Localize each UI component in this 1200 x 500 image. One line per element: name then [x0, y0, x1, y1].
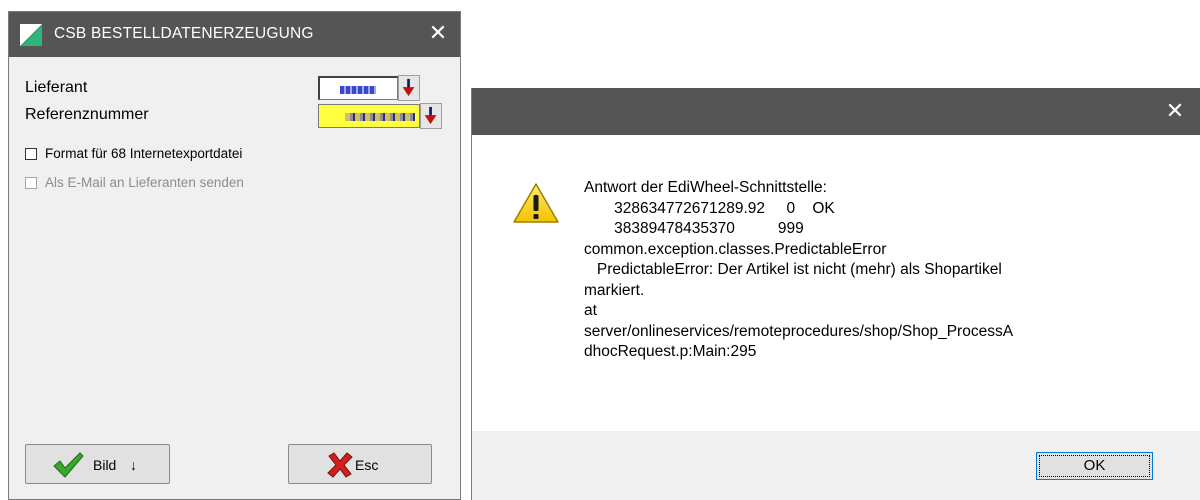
email-checkbox-label: Als E-Mail an Lieferanten senden	[45, 175, 244, 190]
message-line: common.exception.classes.PredictableErro…	[584, 240, 887, 258]
dialog-message: Antwort der EdiWheel-Schnittstelle: 3286…	[584, 178, 1164, 363]
email-checkbox	[25, 177, 37, 189]
referenznummer-label: Referenznummer	[25, 106, 149, 123]
bild-button[interactable]: Bild ↓	[25, 444, 170, 484]
arrow-down-icon	[402, 78, 415, 97]
esc-button[interactable]: Esc	[288, 444, 432, 484]
warning-icon	[513, 183, 559, 223]
referenznummer-dropdown-button[interactable]	[420, 103, 442, 129]
red-x-icon	[327, 452, 353, 478]
message-line: markiert.	[584, 281, 645, 299]
message-line: dhocRequest.p:Main:295	[584, 343, 757, 360]
lieferant-dropdown-button[interactable]	[398, 75, 420, 101]
esc-label: Esc	[355, 457, 379, 473]
dialog-footer: OK	[472, 431, 1200, 500]
ok-button[interactable]: OK	[1036, 452, 1153, 480]
arrow-down-icon: ↓	[130, 457, 137, 473]
message-line: Antwort der EdiWheel-Schnittstelle:	[584, 179, 827, 196]
format-checkbox-label: Format für 68 Internetexportdatei	[45, 146, 243, 161]
arrow-down-icon	[424, 106, 437, 125]
title-bar[interactable]: CSB BESTELLDATENERZEUGUNG ✕	[9, 12, 460, 57]
checkmark-icon	[53, 452, 84, 478]
lieferant-label: Lieferant	[25, 79, 88, 96]
close-icon[interactable]: ✕	[1162, 97, 1188, 125]
message-line: 328634772671289.92 0 OK	[584, 199, 835, 217]
csb-window: CSB BESTELLDATENERZEUGUNG ✕ Lieferant Re…	[8, 11, 461, 500]
bild-label: Bild	[93, 457, 117, 473]
window-title: CSB BESTELLDATENERZEUGUNG	[54, 25, 314, 42]
lieferant-input[interactable]	[318, 76, 398, 100]
message-line: PredictableError: Der Artikel ist nicht …	[584, 261, 1002, 278]
close-icon[interactable]: ✕	[426, 20, 450, 46]
format-checkbox[interactable]	[25, 148, 37, 160]
app-logo-icon	[20, 24, 42, 46]
message-line: server/onlineservices/remoteprocedures/s…	[584, 322, 1014, 340]
obscured-value	[345, 113, 415, 121]
message-line: at	[584, 302, 597, 319]
obscured-value	[340, 86, 376, 94]
dialog-title-bar[interactable]: ✕	[472, 88, 1200, 135]
email-checkbox-row: Als E-Mail an Lieferanten senden	[25, 175, 244, 190]
message-dialog: ✕ Antwort der EdiWheel-Schnittstelle: 32…	[471, 88, 1200, 500]
message-line: 38389478435370 999	[584, 220, 804, 237]
referenznummer-input[interactable]	[318, 104, 420, 128]
format-checkbox-row[interactable]: Format für 68 Internetexportdatei	[25, 146, 242, 161]
